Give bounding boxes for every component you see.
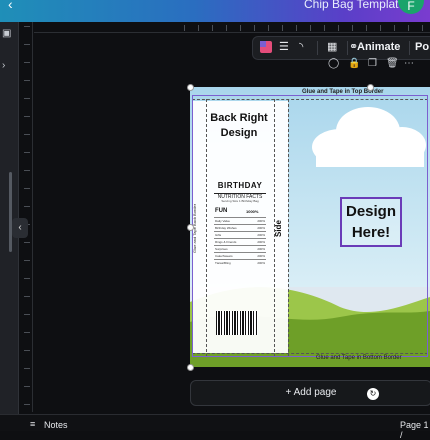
comment-icon[interactable]: ◯ [328, 58, 339, 69]
resize-handle-top-left[interactable] [187, 84, 194, 91]
side-label: Side [274, 220, 283, 237]
resize-handle-left[interactable] [187, 224, 194, 231]
rotate-icon[interactable]: ↻ [367, 388, 379, 400]
duplicate-icon[interactable]: ❐ [368, 58, 377, 69]
barcode-image [216, 311, 258, 335]
ruler-tick [24, 260, 30, 261]
ruler-tick [24, 242, 30, 243]
nutrition-table: Daily Value 200% Birthday Wishes 200% Gift… [214, 217, 266, 266]
fun-value: 1000% [246, 209, 259, 214]
back-right-design-text: Back Right Design [204, 111, 274, 141]
ruler-tick [24, 80, 30, 81]
ruler-tick [212, 25, 213, 31]
ruler-tick [24, 404, 30, 405]
ruler-tick [24, 134, 30, 135]
ruler-tick [338, 25, 339, 31]
lock-icon[interactable]: 🔒 [348, 58, 360, 69]
ruler-tick [24, 332, 30, 333]
ruler-tick [366, 25, 367, 31]
ruler-tick [24, 386, 30, 387]
birthday-heading: BIRTHDAY [217, 181, 263, 190]
ruler-tick [24, 116, 30, 117]
horizontal-ruler [34, 22, 430, 33]
back-right-line-2: Design [220, 127, 258, 139]
animate-button[interactable]: Animate [357, 41, 400, 53]
document-title[interactable]: Chip Bag Template [304, 0, 405, 11]
plus-icon: + [285, 387, 294, 398]
corner-rounding-icon[interactable]: ◝ [299, 40, 303, 53]
ruler-tick [24, 278, 30, 279]
resize-handle-top[interactable] [367, 84, 374, 91]
table-row: Daily Value 200% [214, 217, 266, 223]
delete-icon[interactable]: 🗑 [386, 58, 399, 69]
design-here-text[interactable]: Design Here! [342, 201, 400, 243]
fun-label: FUN [215, 208, 228, 214]
ruler-tick [24, 26, 30, 27]
element-actions: ◯ 🔒 ❐ 🗑 ⋯ [324, 58, 420, 72]
table-row: Surprises 200% [214, 245, 266, 251]
more-icon[interactable]: ⋯ [404, 58, 414, 69]
ruler-tick [310, 25, 311, 31]
resize-handle-bottom-left[interactable] [187, 364, 194, 371]
design-line-1: Design [345, 203, 396, 220]
ruler-tick [24, 152, 30, 153]
table-row: Cake/Sweets 200% [214, 252, 266, 258]
border-style-icon[interactable]: ☰ [279, 40, 289, 53]
element-toolbar: ☰ ◝ ▦ ⚭ Animate Po [252, 36, 430, 60]
notes-icon[interactable]: ≡ [30, 419, 35, 429]
ruler-tick [352, 25, 353, 31]
ruler-tick [24, 368, 30, 369]
avatar[interactable]: F [398, 0, 424, 14]
ruler-tick [24, 98, 30, 99]
ruler-tick [24, 62, 30, 63]
bottom-border-text: Glue and Tape in Bottom Border [316, 355, 402, 361]
ruler-tick [324, 25, 325, 31]
ruler-tick [184, 25, 185, 31]
notes-button[interactable]: Notes [44, 420, 68, 430]
ruler-tick [296, 25, 297, 31]
table-row: Rings & Friends 200% [214, 238, 266, 244]
chevron-right-icon[interactable]: › [2, 60, 5, 71]
ruler-tick [24, 44, 30, 45]
table-row: Birthday Wishes 200% [214, 224, 266, 230]
bottom-bar: ≡ Notes Page 1 / [0, 414, 430, 440]
ruler-tick [408, 25, 409, 31]
design-canvas[interactable]: Glue and Tape in Top Border Glue and Tap… [190, 87, 430, 367]
ruler-tick [24, 188, 30, 189]
ruler-tick [282, 25, 283, 31]
ruler-tick [380, 25, 381, 31]
ruler-tick [422, 25, 423, 31]
back-arrow-icon[interactable]: ‹ [8, 0, 13, 12]
position-button[interactable]: Po [415, 41, 429, 53]
table-row: Tiaras/Bling 200% [214, 259, 266, 265]
panel-icon[interactable]: ▣ [2, 28, 11, 39]
add-page-label: Add page [293, 387, 337, 398]
ruler-tick [254, 25, 255, 31]
table-row: Gifts 200% [214, 231, 266, 237]
ruler-tick [24, 350, 30, 351]
scroll-handle[interactable] [9, 172, 12, 252]
collapse-panel-button[interactable]: ‹ [12, 218, 28, 238]
ruler-tick [198, 25, 199, 31]
ruler-tick [24, 314, 30, 315]
color-icon[interactable] [259, 40, 273, 57]
top-bar: ‹ Chip Bag Template F [0, 0, 430, 22]
transparency-icon[interactable]: ▦ [327, 40, 337, 53]
ruler-tick [226, 25, 227, 31]
vertical-ruler [20, 22, 33, 412]
ruler-tick [24, 296, 30, 297]
add-page-button[interactable]: + Add page ↻ [190, 380, 430, 406]
ruler-tick [394, 25, 395, 31]
ruler-tick [240, 25, 241, 31]
back-right-line-1: Back Right [210, 112, 268, 124]
page-indicator: Page 1 / [400, 420, 429, 440]
ruler-tick [24, 170, 30, 171]
ruler-tick [268, 25, 269, 31]
nutrition-subtitle: Serving Size 1 Birthday Bag [221, 199, 259, 203]
design-line-2: Here! [351, 224, 391, 241]
ruler-tick [24, 206, 30, 207]
